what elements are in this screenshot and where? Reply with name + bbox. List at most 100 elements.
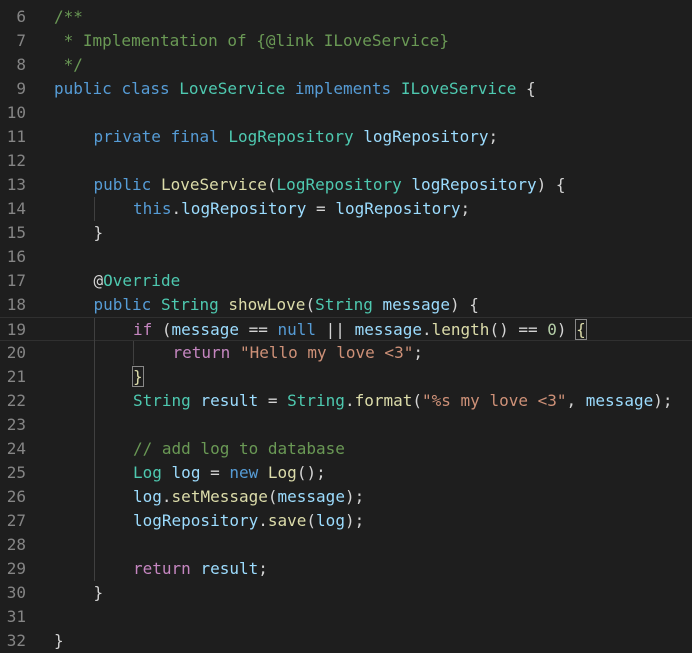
- line-number: 11: [6, 127, 26, 146]
- code-line[interactable]: 28: [0, 533, 692, 557]
- code-token: .: [422, 320, 432, 339]
- code-line[interactable]: 20 return "Hello my love <3";: [0, 341, 692, 365]
- code-token: ;: [258, 559, 268, 578]
- code-token: ;: [413, 343, 423, 362]
- code-line[interactable]: 29 return result;: [0, 557, 692, 581]
- code-line[interactable]: 32}: [0, 629, 692, 653]
- line-number: 31: [6, 607, 26, 626]
- code-token: if: [133, 320, 153, 339]
- code-token: */: [54, 55, 83, 74]
- code-line[interactable]: 19 if (message == null || message.length(…: [0, 317, 692, 342]
- code-line[interactable]: 26 log.setMessage(message);: [0, 485, 692, 509]
- code-token: String: [160, 295, 219, 314]
- line-code: Log log = new Log();: [133, 461, 326, 485]
- code-token: "%s my love <3": [422, 391, 567, 410]
- code-line[interactable]: 14 this.logRepository = logRepository;: [0, 197, 692, 221]
- code-line[interactable]: 18 public String showLove(String message)…: [0, 293, 692, 317]
- code-token: ();: [296, 463, 326, 482]
- code-token: (: [266, 175, 277, 194]
- code-token: @: [93, 271, 104, 290]
- indent-guide: [93, 557, 95, 581]
- code-line[interactable]: 6 /**: [0, 5, 692, 29]
- code-line[interactable]: 21}: [0, 365, 692, 389]
- code-line[interactable]: 22 String result = String.format("%s my l…: [0, 389, 692, 413]
- code-token: format: [354, 391, 413, 410]
- indent-guide: [93, 389, 95, 413]
- code-line[interactable]: 13 public LoveService(LogRepository logRe…: [0, 173, 692, 197]
- line-code: public String showLove(String message) {: [94, 293, 479, 317]
- code-token: =: [306, 199, 336, 218]
- code-token: }: [93, 583, 104, 602]
- code-line[interactable]: 7 * Implementation of {@link ILoveServic…: [0, 29, 692, 53]
- line-code: return result;: [133, 557, 268, 581]
- matched-bracket: {: [575, 319, 587, 340]
- code-token: message: [277, 487, 345, 506]
- code-token: LogRepository: [276, 175, 402, 194]
- line-code: }: [94, 221, 104, 245]
- code-line[interactable]: 8 */: [0, 53, 692, 77]
- line-number: 24: [6, 439, 26, 458]
- line-code: * Implementation of {@link ILoveService}: [54, 29, 449, 53]
- code-token: String: [133, 391, 191, 410]
- code-token: {: [516, 79, 536, 98]
- code-line[interactable]: 9 public class LoveService implements ILo…: [0, 77, 692, 101]
- code-token: setMessage: [171, 487, 268, 506]
- code-token: () ==: [489, 320, 548, 339]
- line-code: public class LoveService implements ILov…: [54, 77, 536, 101]
- line-number: 14: [6, 199, 26, 218]
- code-token: new: [229, 463, 259, 482]
- code-line[interactable]: 31: [0, 605, 692, 629]
- code-token: class: [121, 79, 170, 98]
- line-number: 7: [16, 31, 26, 50]
- code-token: ;: [460, 199, 471, 218]
- code-line[interactable]: 12: [0, 149, 692, 173]
- code-token: ==: [238, 320, 278, 339]
- code-line[interactable]: 23: [0, 413, 692, 437]
- code-token: (: [152, 320, 172, 339]
- line-code: @Override: [94, 269, 181, 293]
- code-line[interactable]: 30}: [0, 581, 692, 605]
- code-token: Log: [267, 463, 297, 482]
- code-token: .: [344, 391, 355, 410]
- code-token: =: [200, 463, 230, 482]
- code-token: String: [287, 391, 345, 410]
- line-number: 21: [6, 367, 26, 386]
- code-token: "Hello my love <3": [239, 343, 414, 362]
- indent-guide: [93, 413, 95, 437]
- code-token: message: [382, 295, 450, 314]
- line-code: String result = String.format("%s my lov…: [133, 389, 672, 413]
- line-number: 18: [6, 295, 26, 314]
- line-number: 12: [6, 151, 26, 170]
- code-editor[interactable]: 6 /** 7 * Implementation of {@link ILoveSe…: [0, 0, 692, 651]
- code-token: );: [344, 487, 365, 506]
- code-token: /**: [54, 7, 83, 26]
- code-line[interactable]: 11 private final LogRepository logReposit…: [0, 125, 692, 149]
- code-token: LoveService: [160, 175, 267, 194]
- code-line[interactable]: 24 // add log to database: [0, 437, 692, 461]
- line-number: 10: [6, 103, 26, 122]
- code-token: showLove: [228, 295, 306, 314]
- code-line[interactable]: 25 Log log = new Log();: [0, 461, 692, 485]
- code-line[interactable]: 10: [0, 101, 692, 125]
- code-token: public: [93, 175, 152, 194]
- code-line[interactable]: 17 @Override: [0, 269, 692, 293]
- code-line[interactable]: 16: [0, 245, 692, 269]
- code-line[interactable]: 27 logRepository.save(log);: [0, 509, 692, 533]
- line-number: 19: [6, 320, 26, 339]
- matched-bracket: }: [132, 366, 144, 387]
- code-token: (: [267, 487, 278, 506]
- line-number: 30: [6, 583, 26, 602]
- code-line[interactable]: 15}: [0, 221, 692, 245]
- line-number: 16: [6, 247, 26, 266]
- line-number: 8: [16, 55, 26, 74]
- code-token: .: [161, 487, 172, 506]
- code-token: LoveService: [179, 79, 286, 98]
- code-token: String: [315, 295, 373, 314]
